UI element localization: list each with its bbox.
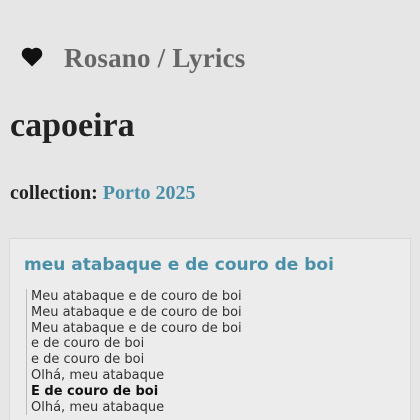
lyrics-block: Meu atabaque e de couro de boi Meu atabaq…	[26, 289, 242, 416]
heart-icon[interactable]	[17, 43, 47, 73]
lyric-line: e de couro de boi	[31, 336, 145, 352]
site-title[interactable]: Rosano / Lyrics	[64, 43, 246, 74]
song-card: meu atabaque e de couro de boi Meu ataba…	[9, 238, 411, 420]
lyric-line: e de couro de boi	[31, 352, 145, 368]
collection-label: collection:	[10, 182, 98, 204]
site-header: Rosano / Lyrics	[17, 38, 246, 78]
song-title[interactable]: meu atabaque e de couro de boi	[24, 255, 334, 275]
page-title: capoeira	[10, 107, 135, 144]
lyric-line: Olhá, meu atabaque	[31, 367, 165, 383]
lyric-line: Olhá, meu atabaque	[31, 399, 165, 415]
collection-link[interactable]: Porto 2025	[103, 182, 196, 204]
lyric-line: Meu atabaque e de couro de boi	[31, 289, 242, 304]
lyric-line: E de couro de boi	[31, 383, 159, 399]
collection-info: collection: Porto 2025	[10, 182, 196, 205]
lyric-line: Meu atabaque e de couro de boi	[31, 320, 242, 336]
lyric-line: Meu atabaque e de couro de boi	[31, 304, 242, 320]
